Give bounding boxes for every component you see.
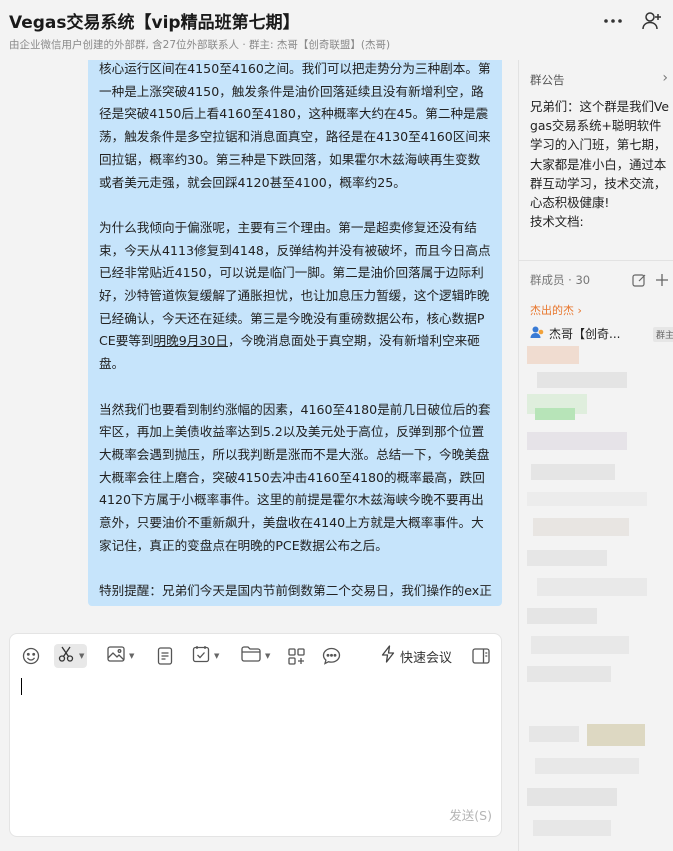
edit-icon[interactable] [631, 272, 647, 288]
date-link[interactable]: 明晚9月30日 [154, 333, 228, 348]
member-name: 杰哥【创奇... [549, 326, 621, 341]
message-paragraph: 特别提醒：兄弟们今天是国内节前倒数第二个交易日，我们操作的ex正常节假日休息，不… [99, 583, 492, 606]
folder-button[interactable]: ▼ [241, 644, 270, 668]
message-paragraph: 为什么我倾向于偏涨呢，主要有三个理由。第一是超卖修复还没有结束，今天从4113修… [99, 217, 492, 376]
add-icon[interactable] [654, 272, 670, 288]
chat-header: Vegas交易系统【vip精品班第七期】 由企业微信用户创建的外部群, 含27位… [0, 0, 673, 60]
info-panel: 群公告 › 兄弟们：这个群是我们Vegas交易系统+聪明软件学习的入门班，第七期… [519, 60, 673, 851]
message-composer[interactable]: ▼ ▼ ▼ ▼ 快速会议 发送(S) [9, 633, 502, 837]
member-owner[interactable]: 杰哥【创奇... 群主 [530, 324, 673, 342]
notice-body[interactable]: 兄弟们：这个群是我们Vegas交易系统+聪明软件学习的入门班，第七期，大家都是准… [530, 97, 673, 247]
starred-member-link[interactable]: 杰出的杰 › [530, 302, 582, 318]
message-area[interactable]: 核心运行区间在4150至4160之间。我们可以把走势分为三种剧本。第一种是上涨突… [0, 60, 520, 632]
add-member-icon[interactable] [639, 8, 665, 34]
message-text: 为什么我倾向于偏涨呢，主要有三个理由。第一是超卖修复还没有结束，今天从4113修… [99, 219, 491, 349]
send-button[interactable]: 发送(S) [449, 805, 492, 824]
chevron-down-icon: ▼ [129, 652, 135, 660]
members-title: 群成员 · 30 [530, 273, 591, 287]
side-panel-icon[interactable] [472, 644, 490, 668]
owner-badge: 群主 [653, 327, 673, 342]
chevron-down-icon: ▼ [265, 652, 271, 660]
user-icon [530, 324, 544, 343]
message-paragraph: 核心运行区间在4150至4160之间。我们可以把走势分为三种剧本。第一种是上涨突… [99, 61, 491, 190]
message-paragraph: 当然我们也要看到制约涨幅的因素，4160至4180是前几日破位后的套牢区，再加上… [99, 401, 491, 553]
message-bubble: 核心运行区间在4150至4160之间。我们可以把走势分为三种剧本。第一种是上涨突… [88, 60, 502, 606]
section-divider [519, 260, 673, 261]
scissors-icon [57, 645, 75, 667]
more-icon[interactable] [600, 8, 626, 34]
chevron-down-icon: ▼ [79, 652, 85, 660]
group-title: Vegas交易系统【vip精品班第七期】 [9, 13, 300, 33]
screenshot-button[interactable]: ▼ [54, 644, 88, 668]
document-icon[interactable] [157, 644, 173, 668]
group-subtitle: 由企业微信用户创建的外部群, 含27位外部联系人 · 群主: 杰哥【创奇联盟】(… [9, 39, 391, 51]
notice-title: 群公告 [530, 73, 565, 87]
schedule-icon [192, 645, 210, 667]
schedule-button[interactable]: ▼ [192, 644, 219, 668]
blurred-member-list [527, 346, 670, 851]
text-cursor [21, 678, 22, 695]
composer-toolbar: ▼ ▼ ▼ ▼ 快速会议 [10, 634, 501, 678]
app-grid-icon[interactable] [288, 644, 305, 668]
emoji-icon[interactable] [22, 644, 40, 668]
chat-bubble-icon[interactable] [322, 644, 341, 668]
image-button[interactable]: ▼ [107, 644, 134, 668]
image-icon [107, 646, 125, 666]
notice-more: 技术文档: [530, 214, 584, 230]
chevron-down-icon: ▼ [214, 652, 220, 660]
notice-text: 兄弟们：这个群是我们Vegas交易系统+聪明软件学习的入门班，第七期，大家都是准… [530, 99, 670, 211]
folder-icon [241, 646, 261, 666]
lightning-icon [381, 645, 395, 667]
quick-meeting-button[interactable]: 快速会议 [381, 644, 452, 668]
chevron-right-icon[interactable]: › [662, 70, 668, 86]
quick-meeting-label: 快速会议 [400, 650, 453, 666]
